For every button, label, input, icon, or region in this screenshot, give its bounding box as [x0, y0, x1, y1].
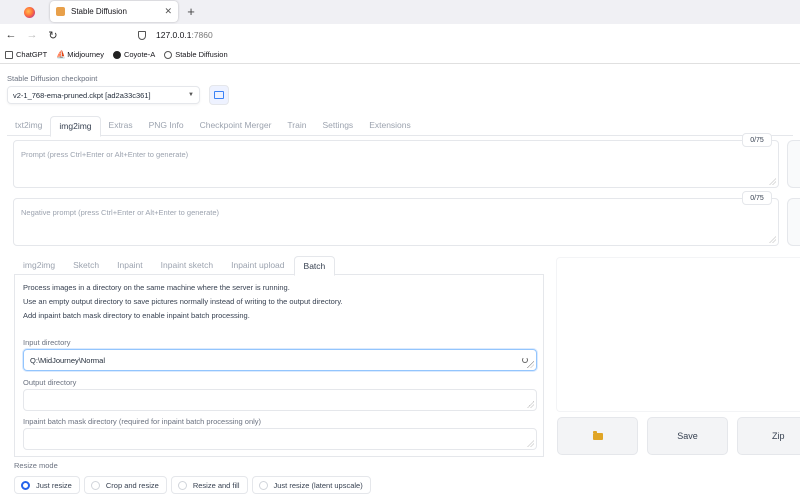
- resize-mode-radio-group: Just resize Crop and resize Resize and f…: [14, 476, 371, 494]
- favicon-icon: [56, 7, 65, 16]
- radio-label: Crop and resize: [105, 480, 159, 490]
- input-directory-field[interactable]: Q:\MidJourney\Normal: [23, 349, 537, 371]
- radio-unchecked-icon: [258, 480, 268, 490]
- shield-icon: [138, 30, 146, 40]
- back-arrow-icon[interactable]: ←: [3, 27, 19, 43]
- prompt-input[interactable]: Prompt (press Ctrl+Enter or Alt+Enter to…: [13, 140, 779, 188]
- output-directory-label: Output directory: [23, 378, 77, 387]
- url-host: 127.0.0.1: [156, 30, 192, 40]
- globe-icon: [164, 50, 173, 59]
- resize-mode-label: Resize mode: [14, 461, 58, 470]
- radio-just-resize[interactable]: Just resize: [14, 476, 80, 494]
- checkpoint-select[interactable]: v2-1_768-ema-pruned.ckpt [ad2a33c361] ▼: [7, 86, 200, 104]
- tab-extras[interactable]: Extras: [101, 116, 141, 136]
- tab-train[interactable]: Train: [279, 116, 314, 136]
- firefox-icon: [23, 6, 35, 18]
- tab-settings[interactable]: Settings: [314, 116, 361, 136]
- reload-icon[interactable]: ↻: [45, 27, 61, 43]
- bookmark-label: Stable Diffusion: [175, 50, 228, 59]
- radio-crop-and-resize[interactable]: Crop and resize: [83, 476, 167, 494]
- tab-checkpoint-merger[interactable]: Checkpoint Merger: [192, 116, 280, 136]
- webui-app: Stable Diffusion checkpoint v2-1_768-ema…: [0, 64, 800, 494]
- tab-sketch[interactable]: Sketch: [64, 256, 108, 275]
- github-icon: [112, 50, 121, 59]
- img2img-sub-tab-bar: img2img Sketch Inpaint Inpaint sketch In…: [14, 256, 544, 276]
- negative-prompt-placeholder: Negative prompt (press Ctrl+Enter or Alt…: [21, 208, 220, 217]
- output-gallery: [556, 257, 800, 412]
- radio-unchecked-icon: [90, 480, 100, 490]
- folder-icon: [592, 430, 603, 440]
- refresh-checkpoint-button[interactable]: [209, 85, 229, 105]
- radio-unchecked-icon: [177, 480, 187, 490]
- tab-batch[interactable]: Batch: [293, 256, 336, 276]
- browser-nav-bar: ← → ↻ 127.0.0.1 :7860: [0, 24, 800, 46]
- bookmark-coyote-a[interactable]: Coyote-A: [112, 50, 156, 59]
- radio-checked-icon: [21, 480, 30, 490]
- bookmark-label: ChatGPT: [16, 50, 48, 59]
- zip-button[interactable]: Zip: [737, 417, 800, 455]
- resize-handle-icon[interactable]: [527, 401, 534, 408]
- bookmark-midjourney[interactable]: ⛵ Midjourney: [56, 50, 104, 59]
- tab-img2img[interactable]: img2img: [50, 116, 101, 137]
- mask-directory-label: Inpaint batch mask directory (required f…: [23, 417, 262, 426]
- sail-icon: ⛵: [56, 49, 67, 59]
- radio-just-resize-latent[interactable]: Just resize (latent upscale): [251, 476, 371, 494]
- forward-arrow-icon[interactable]: →: [24, 27, 40, 43]
- tab-extensions[interactable]: Extensions: [361, 116, 419, 136]
- side-button-edge[interactable]: [787, 198, 800, 246]
- checkpoint-value: v2-1_768-ema-pruned.ckpt [ad2a33c361]: [13, 90, 151, 100]
- bookmark-stable-diffusion[interactable]: Stable Diffusion: [164, 50, 228, 59]
- mask-directory-field[interactable]: [23, 428, 537, 450]
- close-icon[interactable]: ✕: [164, 6, 172, 17]
- resize-handle-icon[interactable]: [769, 178, 776, 185]
- prompt-token-counter: 0/75: [742, 133, 772, 147]
- checkpoint-label: Stable Diffusion checkpoint: [7, 74, 98, 83]
- radio-resize-and-fill[interactable]: Resize and fill: [170, 476, 248, 494]
- resize-handle-icon[interactable]: [527, 361, 534, 368]
- browser-tab-stable-diffusion[interactable]: Stable Diffusion ✕: [50, 1, 178, 22]
- url-port: :7860: [191, 30, 213, 40]
- negative-prompt-input[interactable]: Negative prompt (press Ctrl+Enter or Alt…: [13, 198, 779, 246]
- resize-handle-icon[interactable]: [769, 236, 776, 243]
- bookmark-label: Midjourney: [67, 50, 104, 59]
- address-bar[interactable]: 127.0.0.1 :7860: [130, 26, 800, 44]
- tab-inpaint-sketch[interactable]: Inpaint sketch: [152, 256, 222, 275]
- open-folder-button[interactable]: [557, 417, 638, 455]
- new-tab-button[interactable]: +: [182, 2, 200, 20]
- prompt-placeholder: Prompt (press Ctrl+Enter or Alt+Enter to…: [21, 150, 189, 159]
- negative-prompt-token-counter: 0/75: [742, 191, 772, 205]
- output-directory-field[interactable]: [23, 389, 537, 411]
- chevron-down-icon: ▼: [188, 92, 194, 98]
- refresh-icon: [214, 91, 224, 99]
- tab-png-info[interactable]: PNG Info: [141, 116, 192, 136]
- bookmark-chatgpt[interactable]: ChatGPT: [5, 50, 47, 59]
- tab-inpaint-upload[interactable]: Inpaint upload: [222, 256, 293, 275]
- radio-label: Just resize (latent upscale): [273, 480, 363, 490]
- tab-title: Stable Diffusion: [71, 7, 127, 16]
- tab-inpaint[interactable]: Inpaint: [108, 256, 152, 275]
- main-tab-bar: txt2img img2img Extras PNG Info Checkpoi…: [7, 116, 793, 137]
- resize-handle-icon[interactable]: [527, 440, 534, 447]
- batch-panel: Process images in a directory on the sam…: [14, 275, 544, 457]
- input-directory-label: Input directory: [23, 338, 71, 347]
- save-button[interactable]: Save: [647, 417, 728, 455]
- tab-img2img-sub[interactable]: img2img: [14, 256, 64, 275]
- tab-txt2img[interactable]: txt2img: [7, 116, 50, 136]
- bookmarks-bar: ChatGPT ⛵ Midjourney Coyote-A Stable Dif…: [0, 46, 800, 64]
- radio-label: Resize and fill: [192, 480, 240, 490]
- bookmark-label: Coyote-A: [123, 50, 156, 59]
- batch-info-line: Add inpaint batch mask directory to enab…: [23, 311, 250, 320]
- chat-icon: [5, 50, 13, 59]
- batch-info-line: Process images in a directory on the sam…: [23, 283, 290, 292]
- radio-label: Just resize: [36, 480, 72, 490]
- browser-tab-bar: Stable Diffusion ✕ +: [0, 0, 800, 24]
- generate-button-edge[interactable]: [787, 140, 800, 188]
- input-directory-value: Q:\MidJourney\Normal: [30, 355, 106, 365]
- batch-info-line: Use an empty output directory to save pi…: [23, 297, 343, 306]
- firefox-view-tab[interactable]: [12, 0, 46, 24]
